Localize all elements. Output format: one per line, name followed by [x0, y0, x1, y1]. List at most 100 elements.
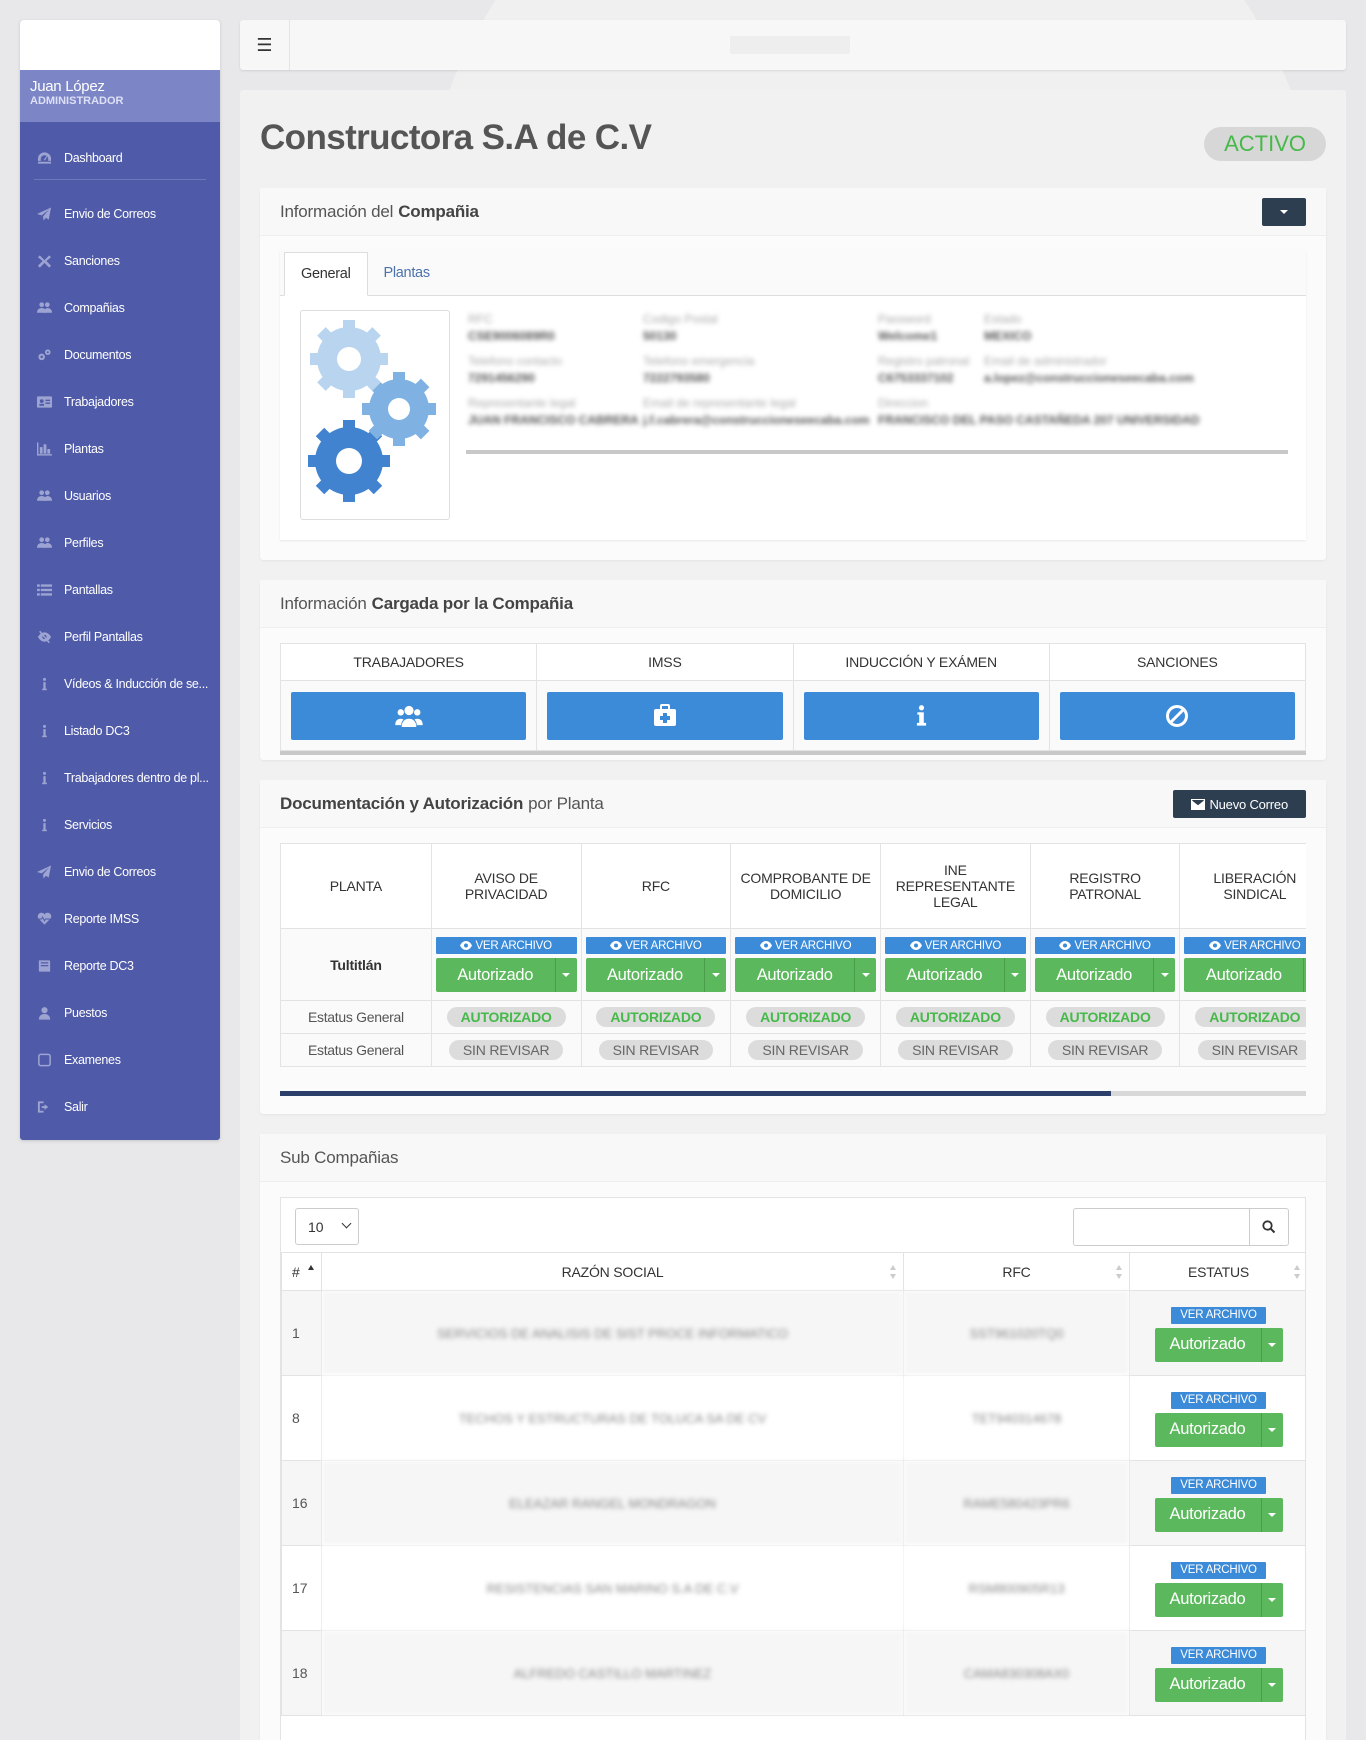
eye-icon	[460, 941, 473, 950]
sidebar-item-trabajadores-dentro-de-pl[interactable]: Trabajadores dentro de pl...	[20, 754, 220, 801]
view-file-button[interactable]: VER ARCHIVO	[1171, 1561, 1266, 1579]
sub-companies-box: Sub Compañias 10 # RAZÓN SOCIAL RFC ESTA…	[260, 1134, 1326, 1740]
search-button[interactable]	[1249, 1208, 1289, 1246]
info-field: Registro patronal C6753337102	[878, 354, 969, 385]
view-file-button[interactable]: VER ARCHIVO	[885, 937, 1026, 954]
column-header-rfc[interactable]: RFC	[903, 1252, 1130, 1291]
documentation-horizontal-scrollbar[interactable]	[280, 1091, 1306, 1096]
chevron-down-icon	[341, 1218, 352, 1229]
view-file-button[interactable]: VER ARCHIVO	[1171, 1391, 1266, 1409]
info-field-value: FRANCISCO DEL PASO CASTAÑEDA 207 UNIVERS…	[878, 413, 1200, 427]
sidebar-divider	[34, 179, 206, 180]
sidebar-item-puestos[interactable]: Puestos	[20, 989, 220, 1036]
page-title: Constructora S.A de C.V	[260, 118, 652, 157]
info-field: RFC CSE9006089R0	[468, 312, 555, 343]
authorization-dropdown-toggle[interactable]	[1260, 1582, 1283, 1617]
medkit-icon	[652, 703, 678, 728]
authorized-button[interactable]: Autorizado	[1154, 1667, 1261, 1702]
authorization-dropdown-toggle[interactable]	[554, 958, 577, 992]
authorized-button[interactable]: Autorizado	[1154, 1582, 1261, 1617]
sidebar-item-documentos[interactable]: Documentos	[20, 331, 220, 378]
sidebar-item-envio-de-correos[interactable]: Envio de Correos	[20, 190, 220, 237]
authorization-dropdown-toggle[interactable]	[1003, 958, 1026, 992]
authorized-button[interactable]: Autorizado	[1034, 958, 1154, 992]
authorized-button[interactable]: Autorizado	[585, 958, 705, 992]
authorization-dropdown-toggle[interactable]	[1260, 1412, 1283, 1447]
sidebar-item-servicios[interactable]: Servicios	[20, 801, 220, 848]
collapse-dropdown-button[interactable]	[1262, 198, 1306, 226]
sidebar-item-perfil-pantallas[interactable]: Perfil Pantallas	[20, 613, 220, 660]
hamburger-menu-button[interactable]: ☰	[240, 20, 290, 70]
tab-general[interactable]: General	[284, 252, 368, 296]
view-file-button[interactable]: VER ARCHIVO	[1171, 1306, 1266, 1324]
view-file-button[interactable]: VER ARCHIVO	[1184, 937, 1306, 954]
documentation-header: Documentación y Autorización por Planta	[260, 780, 1326, 828]
sidebar-item-dashboard[interactable]: Dashboard	[20, 134, 220, 181]
hamburger-icon: ☰	[256, 34, 273, 55]
authorized-button[interactable]: Autorizado	[735, 958, 854, 992]
main-content: Constructora S.A de C.V ACTIVO Informaci…	[240, 90, 1346, 1740]
tab-plantas[interactable]: Plantas	[368, 251, 446, 295]
inducción-y-exámen-button[interactable]	[803, 691, 1039, 740]
trabajadores-button[interactable]	[291, 691, 527, 740]
sidebar-item-sanciones[interactable]: Sanciones	[20, 237, 220, 284]
view-file-button[interactable]: VER ARCHIVO	[1171, 1646, 1266, 1664]
uploaded-button-cell	[537, 681, 794, 750]
sidebar-item-vídeos-inducción-de-se[interactable]: Vídeos & Inducción de se...	[20, 660, 220, 707]
sidebar-item-label: Usuarios	[64, 488, 111, 503]
sidebar-item-salir[interactable]: Salir	[20, 1083, 220, 1130]
sidebar-menu: Dashboard Envio de Correos Sanciones Compañ…	[20, 122, 220, 1130]
sidebar-item-examenes[interactable]: Examenes	[20, 1036, 220, 1083]
authorization-dropdown-toggle[interactable]	[1260, 1497, 1283, 1532]
page-length-select[interactable]: 10	[295, 1208, 359, 1245]
sidebar-item-usuarios[interactable]: Usuarios	[20, 472, 220, 519]
authorized-button[interactable]: Autorizado	[1154, 1497, 1261, 1532]
authorized-button[interactable]: Autorizado	[435, 958, 555, 992]
column-header-razon-social[interactable]: RAZÓN SOCIAL	[321, 1252, 904, 1291]
sanciones-button[interactable]	[1059, 691, 1295, 740]
view-file-button[interactable]: VER ARCHIVO	[1171, 1476, 1266, 1494]
authorized-button[interactable]: Autorizado	[1154, 1327, 1261, 1362]
sidebar-item-reporte-imss[interactable]: Reporte IMSS	[20, 895, 220, 942]
authorized-button[interactable]: Autorizado	[885, 958, 1004, 992]
search-input[interactable]	[1073, 1208, 1249, 1246]
authorization-dropdown-toggle[interactable]	[704, 958, 727, 992]
column-header-estatus[interactable]: ESTATUS	[1129, 1252, 1305, 1291]
caret-down-icon	[1280, 210, 1288, 214]
info-field-label: Email de representante legal	[643, 396, 796, 410]
authorized-button[interactable]: Autorizado	[1154, 1412, 1261, 1447]
authorization-dropdown-toggle[interactable]	[1260, 1667, 1283, 1702]
sidebar-item-listado-dc3[interactable]: Listado DC3	[20, 707, 220, 754]
eye-icon	[1059, 941, 1072, 950]
view-file-button[interactable]: VER ARCHIVO	[735, 937, 876, 954]
ban-icon	[1165, 704, 1189, 728]
sidebar: Juan López ADMINISTRADOR Dashboard Envio …	[20, 20, 220, 1140]
row-rfc: SST961020TQ0	[903, 1290, 1130, 1376]
sidebar-item-pantallas[interactable]: Pantallas	[20, 566, 220, 613]
authorized-button[interactable]: Autorizado	[1184, 958, 1304, 992]
view-file-button[interactable]: VER ARCHIVO	[1034, 937, 1176, 954]
sidebar-item-label: Salir	[64, 1099, 88, 1114]
sidebar-item-plantas[interactable]: Plantas	[20, 425, 220, 472]
sidebar-item-compañias[interactable]: Compañias	[20, 284, 220, 331]
scrollbar-thumb[interactable]	[280, 1091, 1112, 1096]
view-file-button[interactable]: VER ARCHIVO	[585, 937, 727, 954]
sidebar-item-envio-de-correos[interactable]: Envio de Correos	[20, 848, 220, 895]
sidebar-item-reporte-dc3[interactable]: Reporte DC3	[20, 942, 220, 989]
authorization-dropdown-toggle[interactable]	[1153, 958, 1176, 992]
sidebar-item-trabajadores[interactable]: Trabajadores	[20, 378, 220, 425]
doc-status-cell: AUTORIZADO	[580, 1000, 732, 1034]
uploaded-button-cell	[1050, 681, 1305, 750]
authorization-dropdown-toggle[interactable]	[1260, 1327, 1283, 1362]
sub-companies-table-container: 10 # RAZÓN SOCIAL RFC ESTATUS 1 SERVICIO…	[280, 1197, 1306, 1740]
authorization-dropdown-toggle[interactable]	[1303, 958, 1306, 992]
column-header-number[interactable]: #	[281, 1252, 322, 1291]
imss-button[interactable]	[547, 691, 783, 740]
sidebar-item-label: Perfil Pantallas	[64, 629, 143, 644]
sidebar-item-perfiles[interactable]: Perfiles	[20, 519, 220, 566]
new-mail-button[interactable]: Nuevo Correo	[1173, 790, 1306, 818]
company-info-header: Información del Compañia	[260, 188, 1326, 236]
authorization-dropdown-toggle[interactable]	[854, 958, 876, 992]
table-row: 18 ALFREDO CASTILLO MARTINEZ CAMA830308AX0…	[281, 1630, 1305, 1716]
view-file-button[interactable]: VER ARCHIVO	[435, 937, 577, 954]
